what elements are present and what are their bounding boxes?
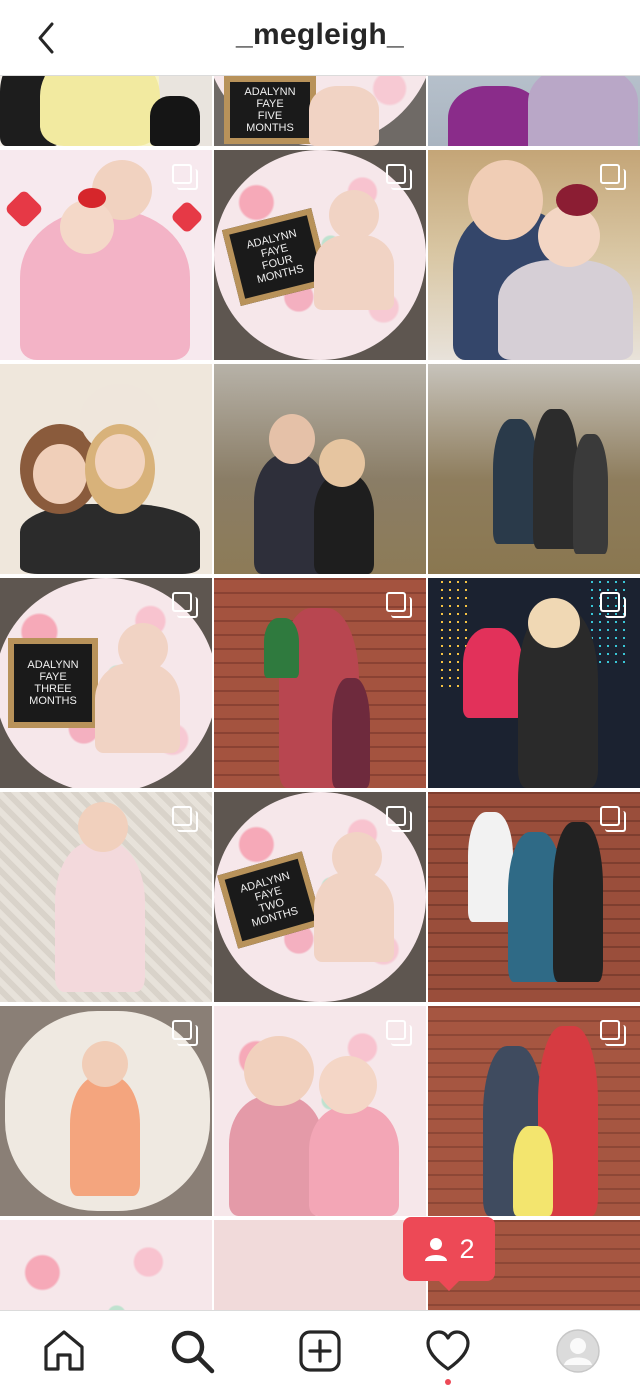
post-thumbnail[interactable]	[214, 1006, 426, 1216]
search-icon	[171, 1330, 215, 1374]
post-thumbnail[interactable]	[0, 76, 212, 146]
person-icon	[425, 1238, 448, 1261]
home-icon	[44, 1330, 84, 1371]
post-thumbnail[interactable]: ADALYNN FAYE THREE MONTHS	[0, 578, 212, 788]
new-followers-notification[interactable]: 2	[403, 1217, 495, 1291]
multi-photo-icon	[600, 592, 626, 618]
post-thumbnail[interactable]	[428, 792, 640, 1002]
post-thumbnail[interactable]	[428, 76, 640, 146]
multi-photo-icon	[386, 592, 412, 618]
multi-photo-icon	[172, 806, 198, 832]
post-thumbnail[interactable]	[428, 1006, 640, 1216]
letter-board-sign: ADALYNN FAYE FIVE MONTHS	[224, 76, 316, 144]
tab-home[interactable]	[40, 1327, 88, 1375]
multi-photo-icon	[172, 164, 198, 190]
tab-search[interactable]	[168, 1327, 216, 1375]
post-thumbnail[interactable]	[0, 364, 212, 574]
notification-count: 2	[459, 1233, 475, 1264]
post-thumbnail[interactable]	[428, 578, 640, 788]
multi-photo-icon	[172, 592, 198, 618]
activity-notification-dot	[445, 1379, 451, 1385]
multi-photo-icon	[386, 806, 412, 832]
post-thumbnail[interactable]	[0, 150, 212, 360]
post-thumbnail[interactable]: ADALYNN FAYE FOUR MONTHS	[214, 150, 426, 360]
multi-photo-icon	[172, 1020, 198, 1046]
post-thumbnail[interactable]	[0, 792, 212, 1002]
multi-photo-icon	[600, 1020, 626, 1046]
multi-photo-icon	[386, 164, 412, 190]
multi-photo-icon	[386, 1020, 412, 1046]
post-thumbnail[interactable]: ADALYNN FAYE TWO MONTHS	[214, 792, 426, 1002]
activity-heart-icon	[426, 1330, 470, 1371]
photo-grid: ADALYNN FAYE FIVE MONTHS ADALYNN FAYE FO…	[0, 76, 640, 1310]
post-thumbnail[interactable]	[0, 1220, 212, 1310]
profile-header: _megleigh_	[0, 0, 640, 76]
letter-board-sign: ADALYNN FAYE THREE MONTHS	[8, 638, 98, 728]
tab-profile[interactable]	[554, 1327, 602, 1375]
post-thumbnail[interactable]	[214, 578, 426, 788]
post-thumbnail[interactable]	[214, 1220, 426, 1310]
post-thumbnail[interactable]	[428, 364, 640, 574]
add-post-icon	[299, 1330, 341, 1372]
photo-grid-viewport[interactable]: ADALYNN FAYE FIVE MONTHS ADALYNN FAYE FO…	[0, 76, 640, 1310]
bottom-tab-bar	[0, 1310, 640, 1387]
multi-photo-icon	[600, 164, 626, 190]
post-thumbnail[interactable]	[0, 1006, 212, 1216]
profile-username: _megleigh_	[235, 18, 405, 51]
post-thumbnail[interactable]	[428, 150, 640, 360]
profile-avatar-icon	[556, 1329, 600, 1373]
post-thumbnail[interactable]	[214, 364, 426, 574]
tab-new-post[interactable]	[296, 1327, 344, 1375]
post-thumbnail[interactable]: ADALYNN FAYE FIVE MONTHS	[214, 76, 426, 146]
multi-photo-icon	[600, 806, 626, 832]
tab-activity[interactable]	[424, 1327, 472, 1385]
